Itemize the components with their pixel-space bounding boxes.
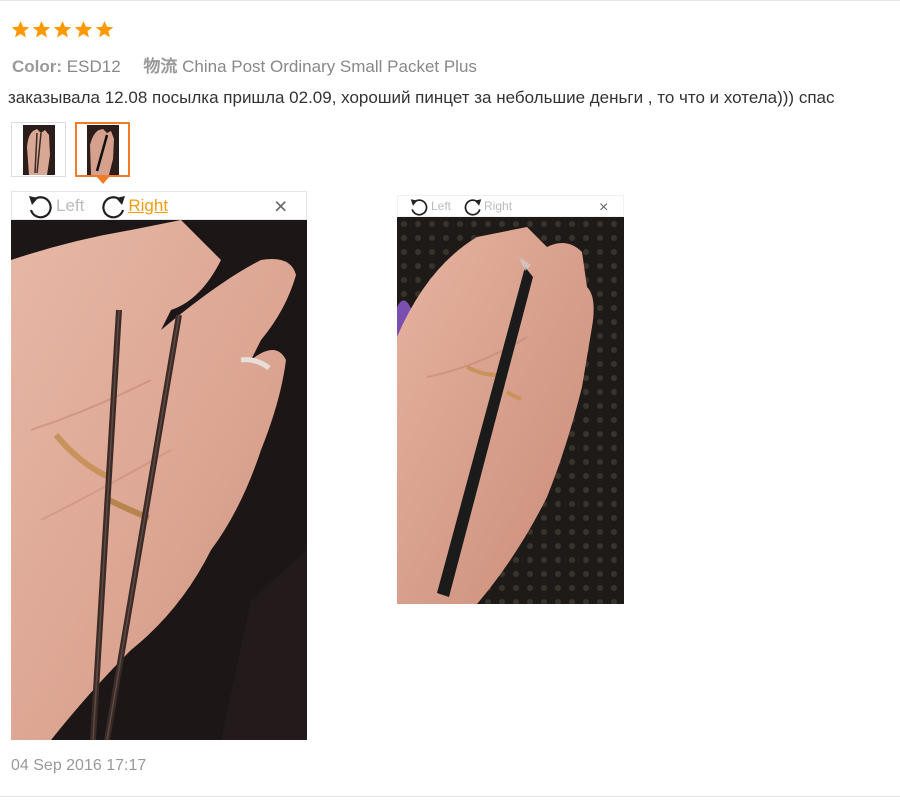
review-date: 04 Sep 2016 17:17 [11,757,147,774]
viewer-toolbar: Left Right × [397,195,624,217]
close-viewer-button[interactable]: × [599,200,608,216]
star-icon [11,20,30,38]
shipping-value: China Post Ordinary Small Packet Plus [182,57,477,76]
bottom-divider [0,796,900,797]
active-thumbnail-caret [95,176,110,184]
color-value: ESD12 [66,57,121,76]
shipping-label: 物流 [143,57,178,76]
photo-thumbnails [11,122,130,184]
star-icon [53,20,72,38]
rotate-left-button[interactable]: Left [408,197,451,216]
top-divider [0,0,900,1]
rotate-left-icon [410,198,428,216]
rotate-right-label: Right [128,195,169,215]
photo-viewer-large: Left Right × [11,191,307,740]
rotate-right-button[interactable]: Right [461,197,512,216]
rotate-left-label: Left [56,195,85,215]
color-label: Color: [12,57,63,76]
review-meta: Color: ESD12 物流 China Post Ordinary Smal… [12,52,477,77]
review-photo-small [397,217,624,604]
close-viewer-button[interactable]: × [274,195,287,218]
photo-viewer-small: Left Right × [397,195,624,604]
thumbnail-photo-2[interactable] [75,122,130,184]
rotate-right-icon [464,198,482,216]
rotate-left-label: Left [431,199,452,213]
viewer-toolbar: Left Right × [11,191,307,220]
star-rating [11,20,114,39]
rotate-right-label: Right [484,199,513,213]
rotate-right-icon [102,195,126,218]
star-icon [32,20,51,38]
star-icon [95,20,114,38]
rotate-left-icon [29,195,52,218]
photo-thumbnail-image [22,124,55,175]
review-photo-large [11,220,307,740]
thumbnail-photo-1[interactable] [11,122,66,177]
star-icon [74,20,93,38]
rotate-left-button[interactable]: Left [26,193,84,219]
rotate-right-button[interactable]: Right [98,193,168,219]
photo-thumbnail-image [86,124,119,175]
review-text: заказывала 12.08 посылка пришла 02.09, х… [8,88,835,107]
